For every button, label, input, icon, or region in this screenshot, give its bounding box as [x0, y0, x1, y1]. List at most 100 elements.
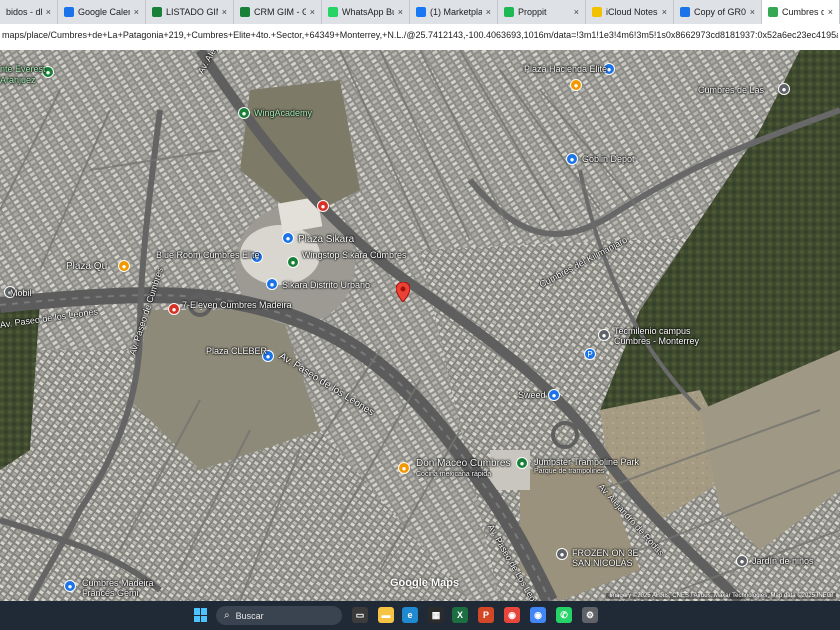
excel-icon[interactable]: X	[452, 607, 468, 623]
school-pin-icon[interactable]: ●	[598, 329, 610, 341]
map-label: Plaza Qu	[66, 261, 108, 272]
close-icon[interactable]: ×	[828, 7, 833, 17]
satellite-imagery[interactable]	[0, 50, 840, 601]
search-icon: ⌕	[224, 610, 230, 621]
browser-tab[interactable]: Copy of GR07C ×	[674, 0, 762, 24]
url-text[interactable]: maps/place/Cumbres+de+La+Patagonia+219,+…	[2, 30, 838, 40]
wingacademy-pin-icon[interactable]: ●	[238, 107, 250, 119]
cumbres-madeira-pin-icon[interactable]: ●	[64, 580, 76, 592]
tab-title: (1) Marketplac	[430, 7, 482, 17]
browser-tab[interactable]: iCloud Notes ×	[586, 0, 674, 24]
tab-title: Proppit	[518, 7, 547, 17]
browser-tab[interactable]: bidos - dh ×	[0, 0, 58, 24]
windows-taskbar	[0, 601, 840, 630]
map-label: Parque de trampolines	[534, 468, 605, 475]
parking-icon[interactable]: P	[584, 348, 596, 360]
tab-title: CRM GIM - Go	[254, 7, 306, 17]
imagery-credit[interactable]: Imagery ©2025 Airbus, CNES / Airbus, Max…	[606, 593, 836, 599]
map-label: Cumbres de Las	[698, 85, 765, 95]
chrome-icon[interactable]: ◉	[504, 607, 520, 623]
windows-start-icon[interactable]	[194, 608, 208, 622]
settings-icon[interactable]: ⚙	[582, 607, 598, 623]
close-icon[interactable]: ×	[134, 7, 139, 17]
sweed-pin-icon[interactable]: ●	[548, 389, 560, 401]
browser-tab[interactable]: (1) Marketplac ×	[410, 0, 498, 24]
map-label: WingAcademy	[254, 108, 313, 118]
browser-tab[interactable]: Cumbres de La ×	[762, 0, 840, 24]
map-label: Jardín de niños	[752, 556, 814, 566]
browser-tab[interactable]: CRM GIM - Go ×	[234, 0, 322, 24]
powerpoint-icon[interactable]: P	[478, 607, 494, 623]
chrome-icon	[680, 7, 690, 17]
calendar-icon	[64, 7, 74, 17]
map-label: Sweed	[518, 390, 546, 400]
map-label: Plaza Sikara	[298, 234, 355, 245]
close-icon[interactable]: ×	[486, 7, 491, 17]
close-icon[interactable]: ×	[398, 7, 403, 17]
edge-icon[interactable]: e	[402, 607, 418, 623]
close-icon[interactable]: ×	[574, 7, 579, 17]
sikara-pin-icon[interactable]: ●	[266, 278, 278, 290]
close-icon[interactable]: ×	[222, 7, 227, 17]
map-label: Wingstop Sikara Cumbres	[302, 250, 407, 260]
tab-title: Google Calend	[78, 7, 130, 17]
close-icon[interactable]: ×	[750, 7, 755, 17]
chrome-profile-icon[interactable]: ◉	[530, 607, 546, 623]
wingstop-pin-icon[interactable]: ●	[287, 256, 299, 268]
map-label: Sikara Distrito Urbano	[282, 280, 371, 290]
sheets-icon	[240, 7, 250, 17]
tab-title: Cumbres de La	[782, 7, 824, 17]
trampoline-park-pin-icon[interactable]: ●	[516, 457, 528, 469]
map-pin-icon[interactable]	[396, 282, 410, 302]
store-icon[interactable]: ▦	[428, 607, 444, 623]
notes-icon	[592, 7, 602, 17]
restaurant-pin-icon[interactable]: ●	[570, 79, 582, 91]
plaza-pin-icon[interactable]: ●	[282, 232, 294, 244]
browser-tab[interactable]: WhatsApp Bus ×	[322, 0, 410, 24]
store-pin-icon[interactable]: ●	[566, 153, 578, 165]
whatsapp-icon[interactable]: ✆	[556, 607, 572, 623]
tab-title: bidos - dh	[6, 7, 42, 17]
tab-title: Copy of GR07C	[694, 7, 746, 17]
browser-tab[interactable]: Proppit ×	[498, 0, 586, 24]
sheets-icon	[152, 7, 162, 17]
satellite-map[interactable]: ● ● ● ● ● ● ● ● ● ● ● ● ● ● ● P ● ● ● ● …	[0, 50, 840, 601]
map-label: nte Everest	[0, 64, 46, 74]
map-label: Cocina mexicana rápida	[416, 471, 492, 478]
food-pin-icon[interactable]: ●	[317, 200, 329, 212]
map-label: Cumbres Madeira Francés Gemi	[82, 578, 154, 598]
file-explorer-icon[interactable]: ▬	[378, 607, 394, 623]
browser-tab-strip: bidos - dh×Google Calend×LISTADO GIM×CRM…	[0, 0, 840, 25]
map-label: Don Maceo Cumbres	[416, 458, 511, 469]
map-label: Blue Room Cumbres Elite	[156, 250, 260, 260]
plaza-qu-pin-icon[interactable]: ●	[118, 260, 130, 272]
building-pin-icon[interactable]: ●	[778, 83, 790, 95]
map-label: FROZEN ON 3E SAN NICOLÁS	[572, 548, 639, 568]
facebook-icon	[416, 7, 426, 17]
tab-title: LISTADO GIM	[166, 7, 218, 17]
browser-tab[interactable]: Google Calend ×	[58, 0, 146, 24]
task-view-icon[interactable]: ▭	[352, 607, 368, 623]
map-label: Mobil	[10, 288, 32, 298]
map-label: Jumpster Trampoline Park	[534, 457, 640, 467]
tab-title: iCloud Notes	[606, 7, 658, 17]
seven-eleven-pin-icon[interactable]: ●	[168, 303, 180, 315]
whatsapp-icon	[328, 7, 338, 17]
maps-icon	[768, 7, 778, 17]
taskbar-search[interactable]: ⌕ Buscar	[216, 606, 342, 625]
don-maceo-pin-icon[interactable]: ●	[398, 462, 410, 474]
close-icon[interactable]: ×	[662, 7, 667, 17]
close-icon[interactable]: ×	[46, 7, 51, 17]
tab-title: WhatsApp Bus	[342, 7, 394, 17]
map-label: 7-Eleven Cumbres Madeira	[182, 300, 292, 310]
map-label: Plaza CLEBER	[206, 346, 268, 356]
map-label: Plaza Hacienda Elite	[524, 64, 608, 74]
kindergarten-pin-icon[interactable]: ●	[736, 555, 748, 567]
frozen-pin-icon[interactable]: ●	[556, 548, 568, 560]
browser-tab[interactable]: LISTADO GIM ×	[146, 0, 234, 24]
close-icon[interactable]: ×	[310, 7, 315, 17]
google-maps-logo: Google Maps	[390, 577, 460, 589]
address-bar[interactable]: maps/place/Cumbres+de+La+Patagonia+219,+…	[0, 24, 840, 51]
map-label: Goblin Depot	[582, 154, 635, 164]
map-label: Aranjuez	[0, 75, 36, 85]
